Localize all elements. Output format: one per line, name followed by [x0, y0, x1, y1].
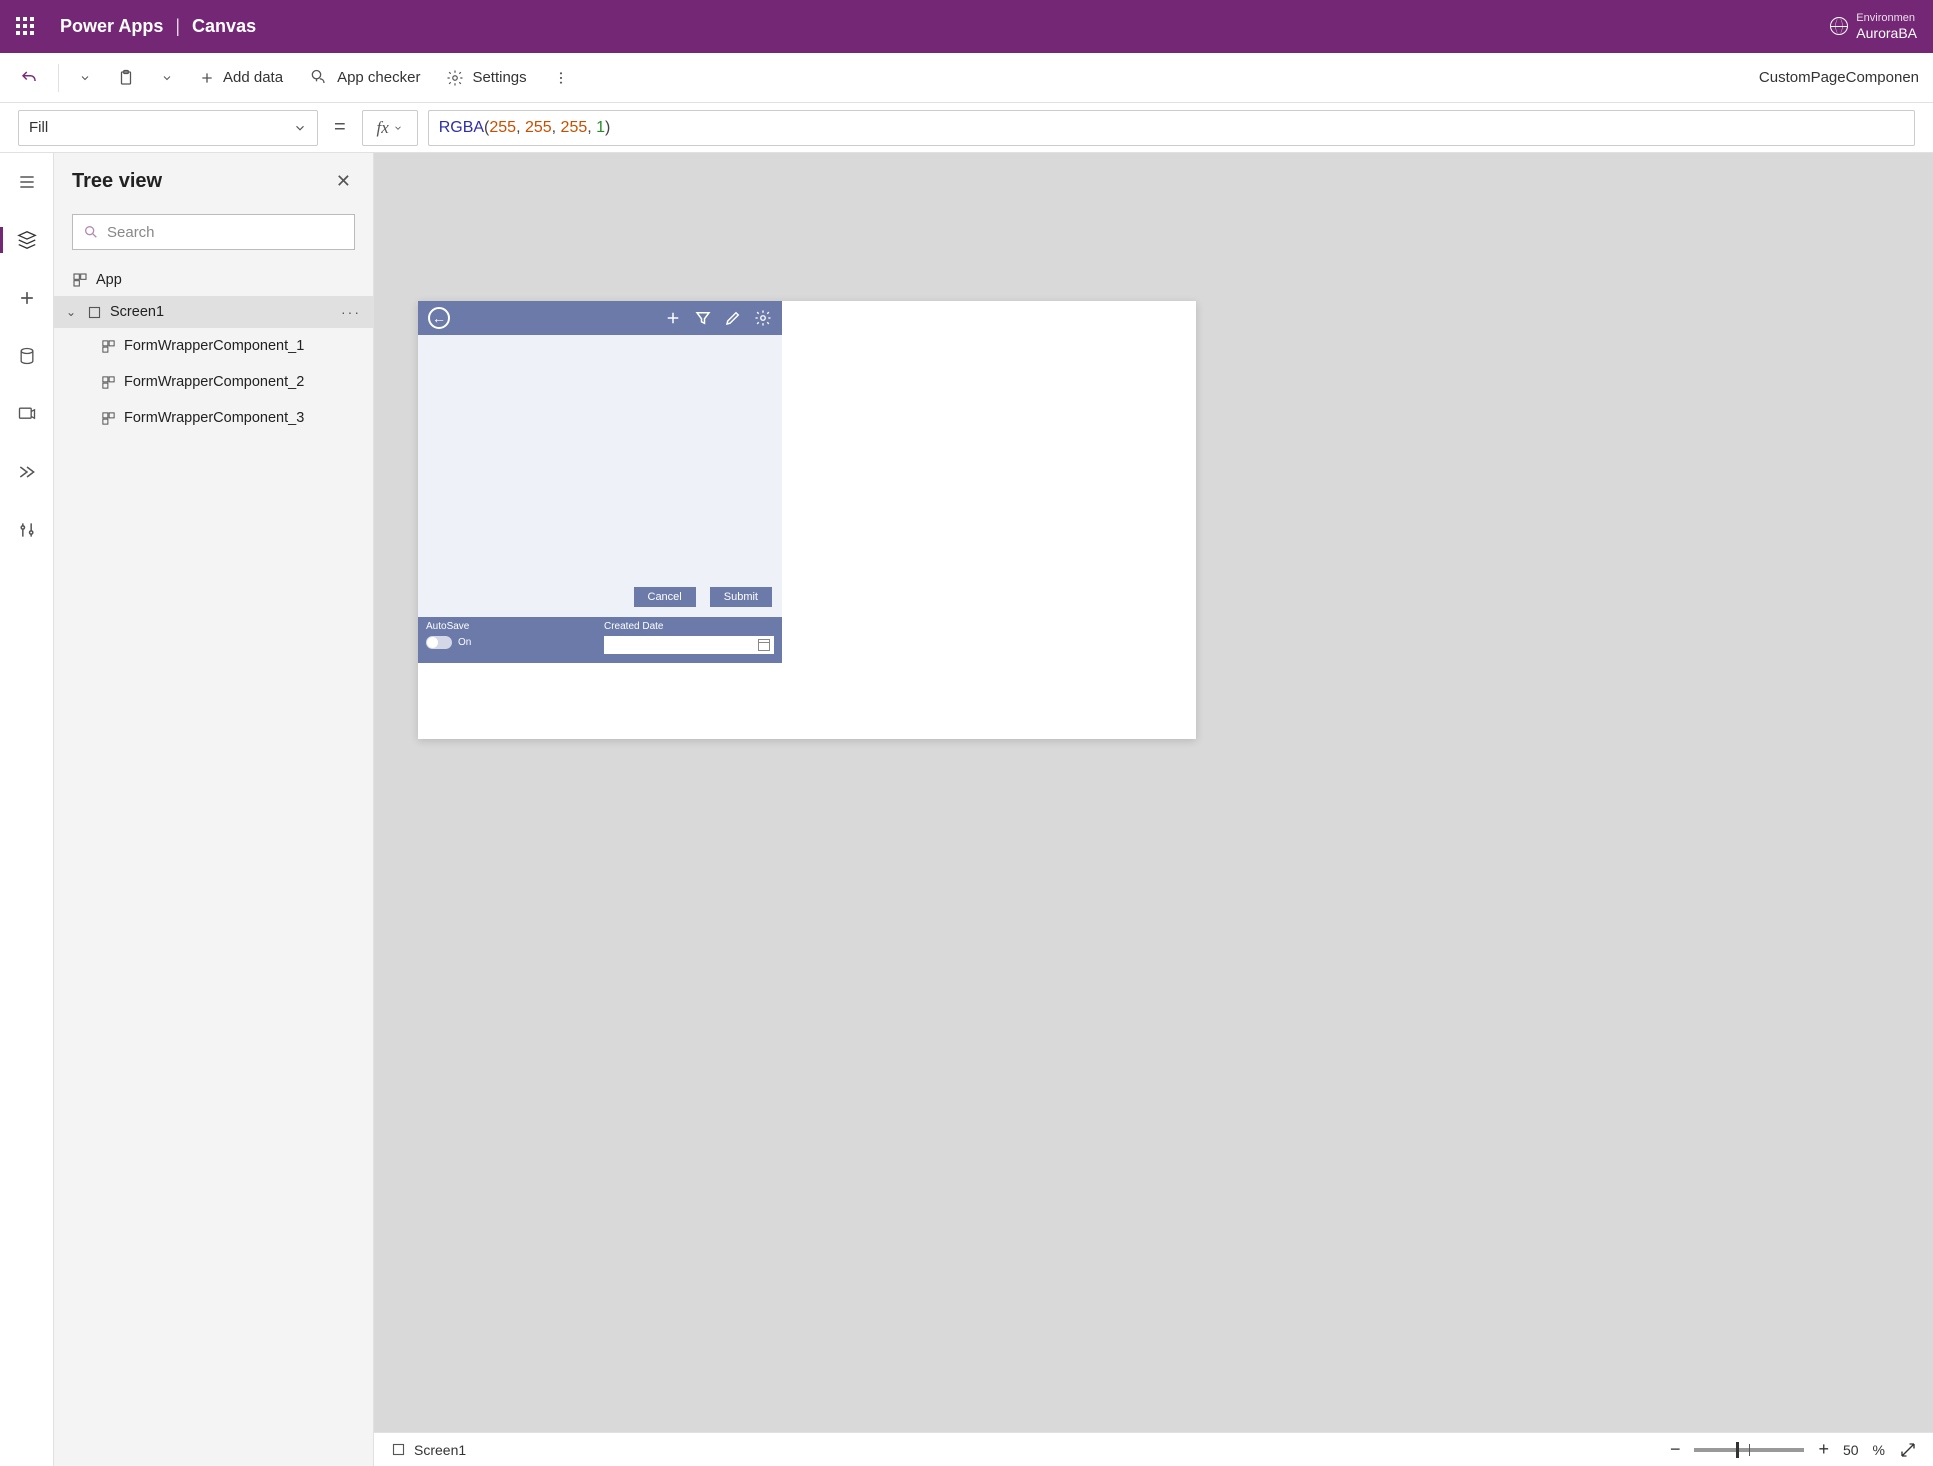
autosave-label: AutoSave	[426, 621, 596, 632]
environment-name: AuroraBA	[1856, 25, 1917, 42]
autosave-toggle[interactable]	[426, 636, 452, 649]
screen-icon	[86, 304, 102, 320]
search-icon	[83, 224, 99, 240]
back-button[interactable]: ←	[428, 307, 450, 329]
search-input[interactable]: Search	[72, 214, 355, 250]
app-mode: Canvas	[192, 16, 256, 37]
property-name: Fill	[29, 119, 48, 136]
edit-icon[interactable]	[724, 309, 742, 327]
preview-footer: AutoSave On Created Date	[418, 617, 782, 663]
insert-tab[interactable]	[12, 283, 42, 313]
screen-label: Screen1	[110, 304, 164, 320]
more-commands-button[interactable]	[543, 64, 579, 92]
equals-sign: =	[328, 116, 352, 139]
cancel-button[interactable]: Cancel	[634, 587, 696, 607]
app-label: App	[96, 272, 122, 288]
zoom-in-button[interactable]: +	[1818, 1439, 1829, 1460]
paste-dropdown[interactable]	[151, 66, 183, 90]
hamburger-button[interactable]	[12, 167, 42, 197]
formula-bar: Fill = fx RGBA(255, 255, 255, 1)	[0, 103, 1933, 153]
status-screen-name: Screen1	[414, 1442, 466, 1458]
property-selector[interactable]: Fill	[18, 110, 318, 146]
calendar-icon	[758, 639, 770, 651]
settings-label: Settings	[472, 69, 526, 86]
submit-button[interactable]: Submit	[710, 587, 772, 607]
app-checker-button[interactable]: App checker	[299, 62, 430, 94]
component-icon	[100, 410, 116, 426]
app-launcher-icon[interactable]	[16, 17, 36, 37]
environment-picker[interactable]: Environmen AuroraBA	[1830, 12, 1917, 42]
undo-button[interactable]	[10, 63, 48, 93]
chevron-down-icon[interactable]: ⌄	[64, 305, 78, 319]
tree-list: App ⌄ Screen1 ··· FormWrapperComponent_1	[54, 264, 373, 1466]
tree-item-app[interactable]: App	[54, 264, 373, 296]
command-bar: Add data App checker Settings CustomPage…	[0, 53, 1933, 103]
canvas-area[interactable]: ←	[374, 153, 1933, 1466]
undo-dropdown[interactable]	[69, 66, 101, 90]
search-placeholder: Search	[107, 224, 155, 241]
app-title: Power Apps | Canvas	[60, 16, 256, 37]
preview-body: Cancel Submit	[418, 335, 782, 617]
zoom-unit: %	[1873, 1442, 1885, 1458]
tree-item-screen1[interactable]: ⌄ Screen1 ···	[54, 296, 373, 328]
zoom-control: − + 50 %	[1670, 1439, 1917, 1460]
app-header: Power Apps | Canvas Environmen AuroraBA	[0, 0, 1933, 53]
environment-label: Environmen	[1856, 12, 1915, 25]
zoom-out-button[interactable]: −	[1670, 1439, 1681, 1460]
component-label: FormWrapperComponent_1	[124, 338, 304, 354]
tree-item-component-3[interactable]: FormWrapperComponent_3	[54, 400, 373, 436]
component-icon	[100, 374, 116, 390]
close-panel-button[interactable]: ✕	[332, 167, 355, 196]
fx-button[interactable]: fx	[362, 110, 418, 146]
formula-input[interactable]: RGBA(255, 255, 255, 1)	[428, 110, 1915, 146]
tree-view-title: Tree view	[72, 170, 162, 193]
autosave-value: On	[458, 637, 471, 648]
settings-button[interactable]: Settings	[436, 63, 536, 93]
preview-header: ←	[418, 301, 782, 335]
power-automate-tab[interactable]	[12, 457, 42, 487]
add-icon[interactable]	[664, 309, 682, 327]
component-name-label: CustomPageComponen	[1759, 69, 1923, 86]
left-rail	[0, 153, 54, 1466]
component-label: FormWrapperComponent_3	[124, 410, 304, 426]
paste-button[interactable]	[107, 63, 145, 93]
add-data-button[interactable]: Add data	[189, 63, 293, 92]
globe-icon	[1830, 17, 1848, 35]
media-tab[interactable]	[12, 399, 42, 429]
filter-icon[interactable]	[694, 309, 712, 327]
tree-item-component-1[interactable]: FormWrapperComponent_1	[54, 328, 373, 364]
divider	[58, 64, 59, 92]
zoom-value: 50	[1843, 1442, 1859, 1458]
status-bar: Screen1 − + 50 %	[374, 1432, 1933, 1466]
add-data-label: Add data	[223, 69, 283, 86]
data-tab[interactable]	[12, 341, 42, 371]
zoom-slider[interactable]	[1694, 1448, 1804, 1452]
screen-icon	[390, 1442, 406, 1458]
app-checker-label: App checker	[337, 69, 420, 86]
gear-icon[interactable]	[754, 309, 772, 327]
tree-item-component-2[interactable]: FormWrapperComponent_2	[54, 364, 373, 400]
tree-view-tab[interactable]	[12, 225, 42, 255]
created-date-input[interactable]	[604, 636, 774, 654]
tree-item-more-button[interactable]: ···	[341, 304, 361, 320]
created-date-label: Created Date	[604, 621, 774, 632]
form-component-preview[interactable]: ←	[418, 301, 782, 665]
app-name: Power Apps	[60, 16, 163, 37]
title-separator: |	[175, 16, 180, 37]
formula-function: RGBA	[439, 119, 484, 137]
canvas-page[interactable]: ←	[418, 301, 1196, 739]
fit-to-screen-button[interactable]	[1899, 1441, 1917, 1459]
component-label: FormWrapperComponent_2	[124, 374, 304, 390]
tree-view-panel: Tree view ✕ Search App ⌄ Screen1	[54, 153, 374, 1466]
component-icon	[100, 338, 116, 354]
advanced-tools-tab[interactable]	[12, 515, 42, 545]
app-icon	[72, 272, 88, 288]
main-area: Tree view ✕ Search App ⌄ Screen1	[0, 153, 1933, 1466]
